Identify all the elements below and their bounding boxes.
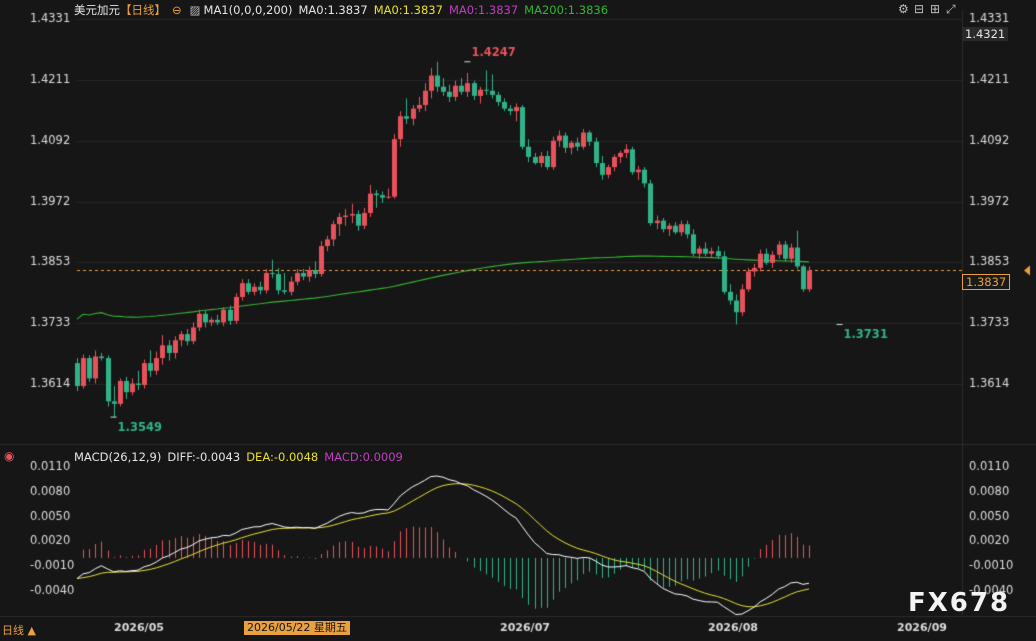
watermark-logo: FX678 <box>908 588 1011 618</box>
zoom-in-icon[interactable]: ⊞ <box>930 2 940 16</box>
ma-main-label: MA1(0,0,0,200) <box>203 3 293 17</box>
macd-diff: DIFF:-0.0043 <box>167 450 241 464</box>
macd-value: MACD:0.0009 <box>324 450 403 464</box>
ma-purple-value: MA0:1.3837 <box>448 3 519 17</box>
macd-header: MACD(26,12,9) DIFF:-0.0043 DEA:-0.0048 MACD… <box>74 450 409 464</box>
ma-yellow-value: MA0:1.3837 <box>373 3 443 17</box>
period-tag[interactable]: 【日线】 <box>120 3 166 17</box>
selected-date-label: 2026/05/22 星期五 <box>244 621 350 635</box>
target-icon[interactable]: ◉ <box>4 449 14 463</box>
current-price-box: 1.3837 <box>962 274 1011 290</box>
macd-label: MACD(26,12,9) <box>74 450 162 464</box>
settings-icon[interactable]: ⚙ <box>898 2 909 16</box>
refresh-icon[interactable]: ⊖ <box>172 3 182 17</box>
period-button[interactable]: 日线 ▲ <box>2 624 36 638</box>
top-price-box: 1.4321 <box>962 27 1009 41</box>
ma-indicator-icon: ▨ <box>189 3 201 17</box>
ma200-value: MA200:1.3836 <box>524 3 609 17</box>
price-chart[interactable] <box>0 0 1036 641</box>
ma-white-value: MA0:1.3837 <box>298 3 368 17</box>
expand-icon[interactable]: ⤢ <box>946 2 956 16</box>
chart-header: 美元加元【日线】 ⊖ ▨ MA1(0,0,0,200) MA0:1.3837 MA0:1.… <box>74 3 614 17</box>
zoom-out-icon[interactable]: ⊟ <box>914 2 924 16</box>
symbol-name: 美元加元 <box>74 3 120 17</box>
macd-dea: DEA:-0.0048 <box>246 450 319 464</box>
